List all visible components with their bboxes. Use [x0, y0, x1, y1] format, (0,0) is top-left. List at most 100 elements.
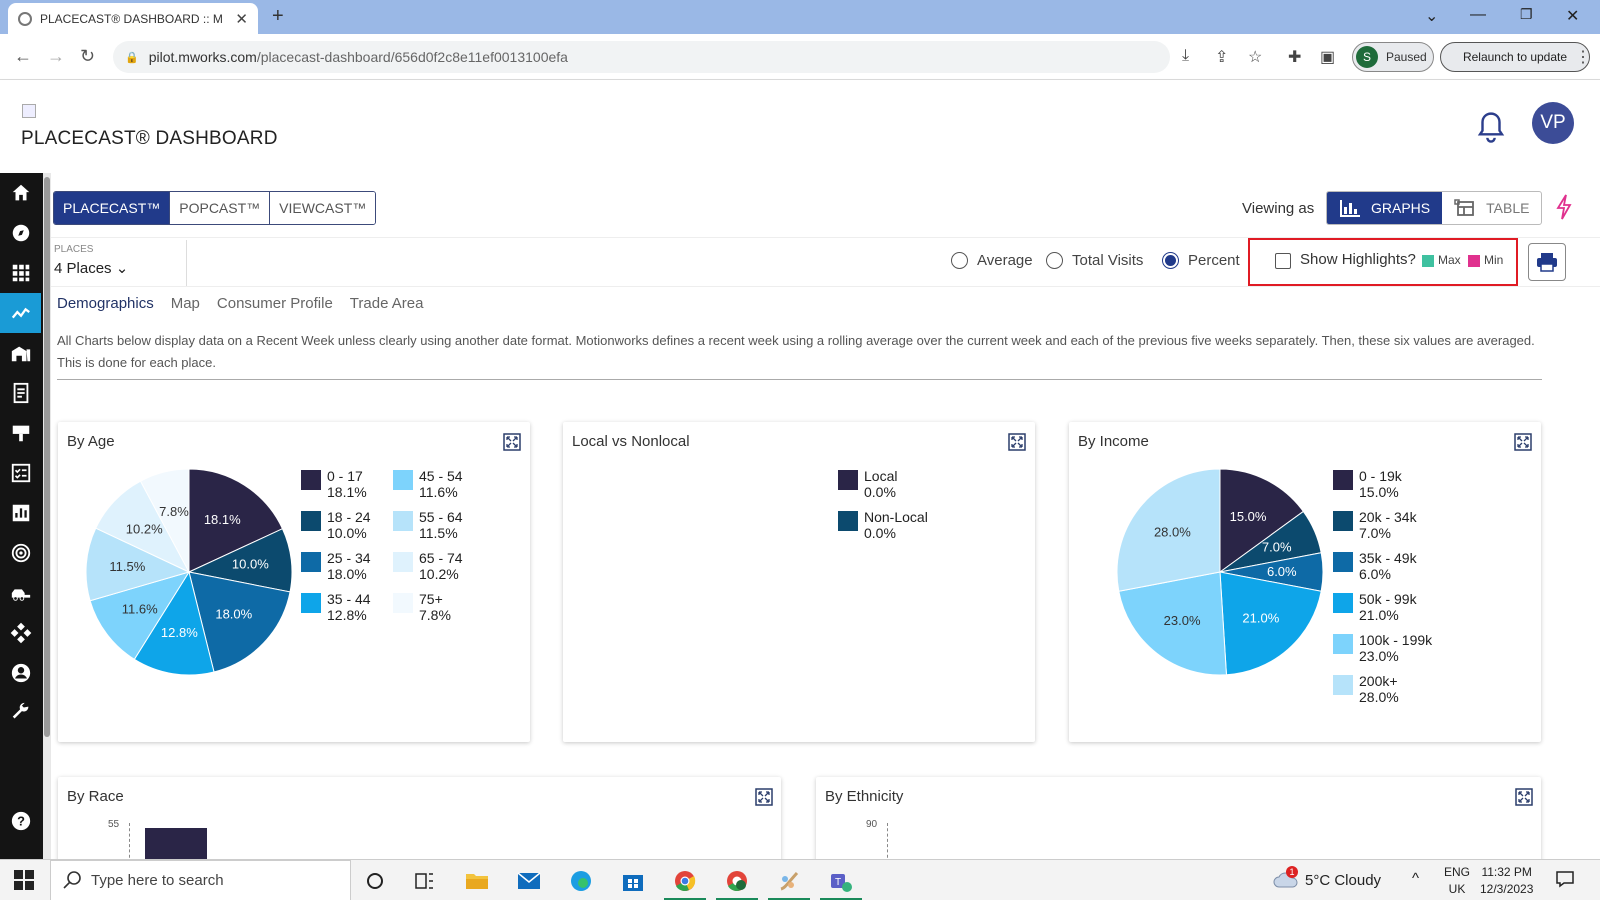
edge-icon[interactable]: [566, 866, 596, 896]
expand-icon[interactable]: [1515, 788, 1533, 806]
tab-map[interactable]: Map: [171, 295, 200, 312]
notifications-icon[interactable]: [1555, 870, 1575, 888]
legend-label: 35k - 49k 6.0%: [1359, 550, 1417, 582]
mail-icon[interactable]: [514, 866, 544, 896]
print-button[interactable]: [1528, 243, 1566, 281]
tab-consumer-profile[interactable]: Consumer Profile: [217, 295, 333, 312]
radio-percent[interactable]: Percent: [1162, 252, 1240, 269]
legend-item[interactable]: 45 - 54 11.6%: [393, 468, 463, 500]
close-window-button[interactable]: ✕: [1566, 6, 1579, 26]
legend-label: 50k - 99k 21.0%: [1359, 591, 1417, 623]
share-icon[interactable]: ⇪: [1215, 47, 1228, 67]
expand-icon[interactable]: [1514, 433, 1532, 451]
tab-viewcast[interactable]: VIEWCAST™: [269, 192, 376, 224]
legend-category: 35 - 44: [327, 591, 371, 607]
buildings-icon[interactable]: [0, 333, 41, 373]
chevron-up-icon[interactable]: ^: [1412, 870, 1419, 887]
chrome-profile-icon[interactable]: [722, 866, 752, 896]
legend-item[interactable]: 55 - 64 11.5%: [393, 509, 463, 541]
legend-item[interactable]: 20k - 34k 7.0%: [1333, 509, 1417, 541]
browser-menu-icon[interactable]: ⋮: [1575, 47, 1591, 67]
legend-item[interactable]: Non-Local 0.0%: [838, 509, 928, 541]
extensions-icon[interactable]: ✚: [1288, 47, 1301, 67]
legend-item[interactable]: 65 - 74 10.2%: [393, 550, 463, 582]
legend-category: 75+: [419, 591, 443, 607]
minimize-button[interactable]: —: [1470, 6, 1486, 24]
tab-search-icon[interactable]: ⌄: [1425, 6, 1438, 26]
profile-button[interactable]: S Paused: [1352, 42, 1434, 72]
file-explorer-icon[interactable]: [462, 866, 492, 896]
notification-bell-icon[interactable]: [1476, 110, 1506, 144]
legend-item[interactable]: 18 - 24 10.0%: [301, 509, 371, 541]
maximize-button[interactable]: ❐: [1520, 6, 1533, 23]
table-button[interactable]: TABLE: [1442, 192, 1541, 224]
checklist-icon[interactable]: [0, 453, 41, 493]
legend-item[interactable]: 75+ 7.8%: [393, 591, 451, 623]
sidebar-scroll-thumb[interactable]: [44, 177, 50, 737]
language-indicator[interactable]: ENG UK: [1444, 864, 1470, 898]
tab-trade-area[interactable]: Trade Area: [350, 295, 424, 312]
bar-chart-icon[interactable]: [0, 493, 41, 533]
target-icon[interactable]: [0, 533, 41, 573]
expand-icon[interactable]: [755, 788, 773, 806]
places-dropdown[interactable]: 4 Places ⌄: [54, 259, 128, 277]
analytics-icon[interactable]: [0, 293, 41, 333]
radio-total-visits[interactable]: Total Visits: [1046, 252, 1143, 269]
report-icon[interactable]: [0, 373, 41, 413]
help-icon[interactable]: ?: [0, 801, 41, 841]
user-avatar[interactable]: VP: [1532, 102, 1574, 144]
teams-icon[interactable]: T: [826, 866, 856, 896]
home-icon[interactable]: [0, 173, 41, 213]
legend-swatch: [1333, 634, 1353, 654]
side-panel-icon[interactable]: ▣: [1320, 47, 1335, 67]
legend-item[interactable]: 200k+ 28.0%: [1333, 673, 1399, 705]
vehicles-icon[interactable]: [0, 573, 41, 613]
expand-icon[interactable]: [1008, 433, 1026, 451]
clock[interactable]: 11:32 PM 12/3/2023: [1480, 864, 1533, 898]
radio-average[interactable]: Average: [951, 252, 1033, 269]
product-tabs: PLACECAST™ POPCAST™ VIEWCAST™: [53, 191, 377, 225]
legend-swatch: [1333, 593, 1353, 613]
legend-swatch: [1333, 675, 1353, 695]
reload-button[interactable]: ↻: [80, 46, 95, 67]
browser-tab[interactable]: PLACECAST® DASHBOARD :: M ✕: [8, 3, 258, 34]
forward-button[interactable]: →: [47, 46, 65, 67]
taskbar-search[interactable]: Type here to search: [50, 860, 351, 900]
task-view-icon[interactable]: [410, 866, 440, 896]
show-highlights-checkbox[interactable]: [1275, 253, 1291, 269]
tab-popcast[interactable]: POPCAST™: [169, 192, 270, 224]
bookmark-star-icon[interactable]: ☆: [1248, 47, 1262, 67]
back-button[interactable]: ←: [14, 46, 32, 67]
graphs-button[interactable]: GRAPHS: [1327, 192, 1443, 224]
tab-demographics[interactable]: Demographics: [57, 295, 154, 312]
legend-item[interactable]: 35k - 49k 6.0%: [1333, 550, 1417, 582]
close-tab-icon[interactable]: ✕: [235, 10, 248, 28]
legend-item[interactable]: 0 - 19k 15.0%: [1333, 468, 1402, 500]
expand-icon[interactable]: [503, 433, 521, 451]
cortana-icon[interactable]: [360, 866, 390, 896]
paint-icon[interactable]: [774, 866, 804, 896]
legend-swatch: [838, 470, 858, 490]
billboard-icon[interactable]: [0, 413, 41, 453]
legend-item[interactable]: 35 - 44 12.8%: [301, 591, 371, 623]
compass-icon[interactable]: [0, 213, 41, 253]
wrench-icon[interactable]: [0, 693, 41, 733]
legend-item[interactable]: 25 - 34 18.0%: [301, 550, 371, 582]
account-icon[interactable]: [0, 653, 41, 693]
new-tab-button[interactable]: +: [272, 5, 284, 28]
legend-item[interactable]: 0 - 17 18.1%: [301, 468, 367, 500]
chrome-icon[interactable]: [670, 866, 700, 896]
address-bar[interactable]: 🔒 pilot.mworks.com/placecast-dashboard/6…: [113, 41, 1170, 73]
legend-item[interactable]: Local 0.0%: [838, 468, 897, 500]
nodes-icon[interactable]: [0, 613, 41, 653]
windows-start-icon[interactable]: [14, 870, 34, 890]
relaunch-button[interactable]: Relaunch to update: [1440, 42, 1590, 72]
legend-item[interactable]: 100k - 199k 23.0%: [1333, 632, 1432, 664]
legend-item[interactable]: 50k - 99k 21.0%: [1333, 591, 1417, 623]
install-app-icon[interactable]: ⤓: [1182, 47, 1189, 65]
lightning-icon[interactable]: [1553, 193, 1575, 221]
grid-icon[interactable]: [0, 253, 41, 293]
tab-placecast[interactable]: PLACECAST™: [54, 192, 170, 224]
cloud-icon[interactable]: 1: [1272, 866, 1300, 891]
store-icon[interactable]: [618, 866, 648, 896]
